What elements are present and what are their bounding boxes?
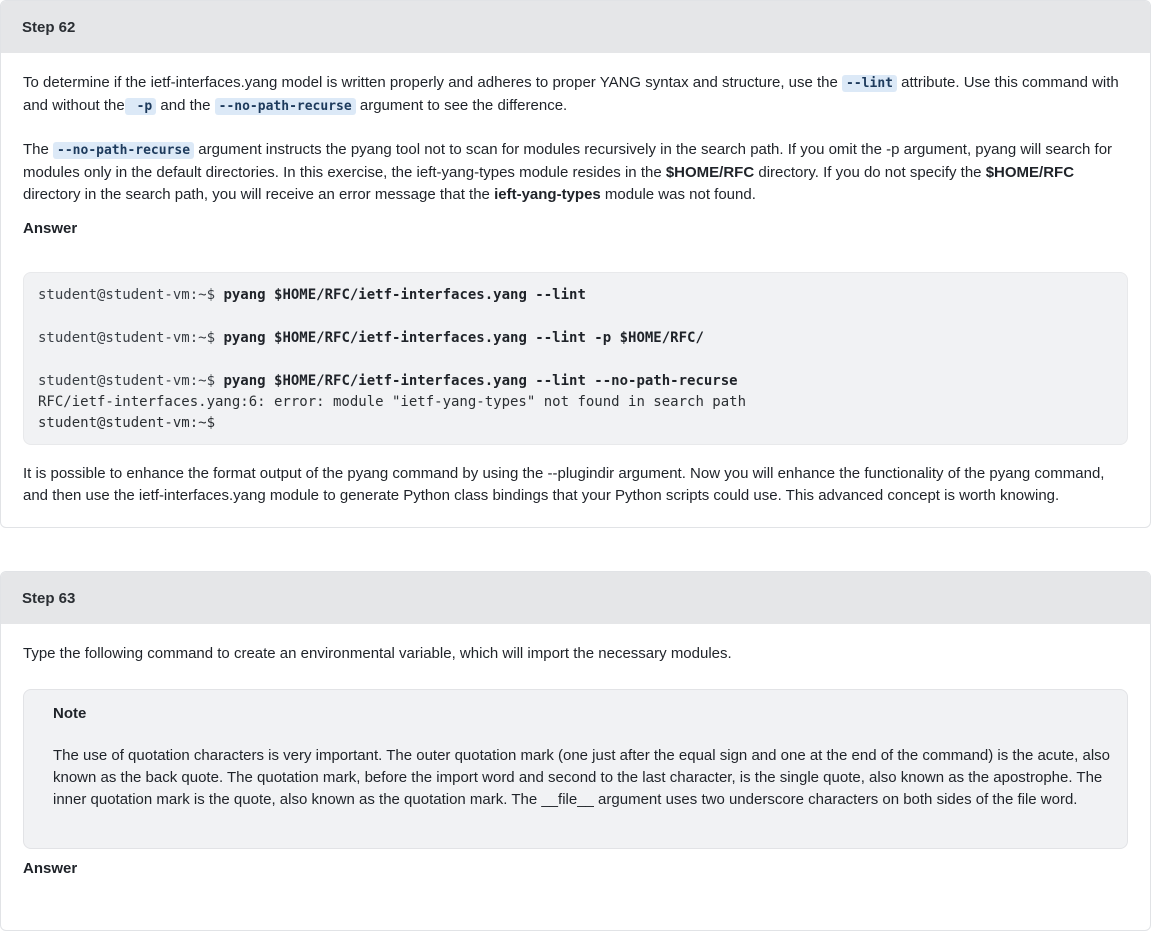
- para1-text-3: and the: [156, 97, 215, 114]
- prompt-3: student@student-vm:~$: [38, 373, 224, 389]
- code-line-3: student@student-vm:~$ pyang $HOME/RFC/ie…: [38, 371, 1113, 392]
- command-2: pyang $HOME/RFC/ietf-interfaces.yang --l…: [223, 330, 704, 346]
- code-output-1: RFC/ietf-interfaces.yang:6: error: modul…: [38, 394, 747, 410]
- no-path-recurse-code-2: --no-path-recurse: [53, 142, 195, 159]
- prompt-2: student@student-vm:~$: [38, 330, 224, 346]
- step-62-paragraph-2: The --no-path-recurse argument instructs…: [23, 139, 1128, 206]
- code-blank-2: [38, 349, 1113, 371]
- prompt-1: student@student-vm:~$: [38, 287, 224, 303]
- para2-text-4: module was not found.: [600, 186, 756, 203]
- para1-text-4: argument to see the difference.: [355, 97, 568, 114]
- para2-text-3: directory in the search path, you will r…: [23, 186, 495, 203]
- note-text: The use of quotation characters is very …: [53, 747, 1111, 808]
- home-rfc-bold-2: $HOME/RFC: [985, 164, 1075, 181]
- step-63-paragraph-1: Type the following command to create an …: [23, 645, 732, 662]
- step-63-title: Step 63: [1, 572, 1150, 624]
- code-line-2: student@student-vm:~$ pyang $HOME/RFC/ie…: [38, 328, 1113, 349]
- step-63-body: Type the following command to create an …: [1, 643, 1150, 879]
- note-title: Note: [53, 705, 87, 722]
- step-62-code-block[interactable]: student@student-vm:~$ pyang $HOME/RFC/ie…: [23, 272, 1128, 445]
- code-line-1: student@student-vm:~$ pyang $HOME/RFC/ie…: [38, 285, 1113, 306]
- para1-text-1: To determine if the ietf-interfaces.yang…: [23, 74, 843, 91]
- step-63-card: Step 63 Type the following command to cr…: [0, 571, 1151, 931]
- step-63-note: Note The use of quotation characters is …: [23, 689, 1128, 849]
- para2-text-2: directory. If you do not specify the: [754, 164, 986, 181]
- home-rfc-bold-1: $HOME/RFC: [665, 164, 755, 181]
- ieft-yang-types-bold: ieft-yang-types: [494, 186, 601, 203]
- step-63-answer-label: Answer: [23, 860, 78, 877]
- step-62-paragraph-1: To determine if the ietf-interfaces.yang…: [23, 72, 1128, 118]
- p-flag-code: -p: [124, 98, 157, 115]
- no-path-recurse-code: --no-path-recurse: [214, 98, 356, 115]
- code-output-2: student@student-vm:~$: [38, 415, 216, 431]
- step-62-title: Step 62: [1, 1, 1150, 53]
- command-3: pyang $HOME/RFC/ietf-interfaces.yang --l…: [223, 373, 738, 389]
- step-62-body: To determine if the ietf-interfaces.yang…: [1, 72, 1150, 507]
- para2-text-0: The: [23, 141, 54, 158]
- step-62-paragraph-3: It is possible to enhance the format out…: [23, 465, 1105, 504]
- code-blank-1: [38, 306, 1113, 328]
- step-62-card: Step 62 To determine if the ietf-interfa…: [0, 0, 1151, 528]
- command-1: pyang $HOME/RFC/ietf-interfaces.yang --l…: [223, 287, 586, 303]
- lint-code: --lint: [842, 75, 897, 92]
- step-62-answer-label: Answer: [23, 220, 78, 237]
